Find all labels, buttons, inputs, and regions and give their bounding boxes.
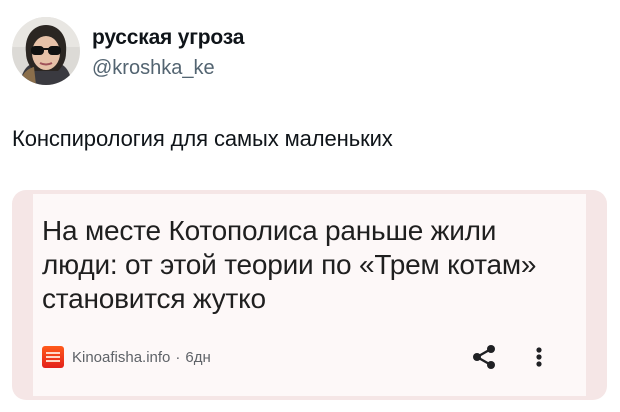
tweet-text: Конспирология для самых маленьких <box>12 126 393 151</box>
more-options-button[interactable] <box>532 343 546 371</box>
avatar[interactable] <box>12 17 80 85</box>
avatar-image <box>12 17 80 85</box>
user-handle[interactable]: @kroshka_ke <box>92 57 215 80</box>
kinoafisha-logo-icon <box>42 346 64 368</box>
share-button[interactable] <box>470 343 498 371</box>
news-headline[interactable]: На месте Котополиса раньше жили люди: от… <box>42 214 552 316</box>
news-card[interactable]: На месте Котополиса раньше жили люди: от… <box>12 190 607 400</box>
display-name[interactable]: русская угроза <box>92 26 244 50</box>
news-age: 6дн <box>185 348 211 366</box>
share-icon <box>473 345 495 369</box>
news-source-row: Kinoafisha.info · 6дн <box>42 345 211 369</box>
news-source-name[interactable]: Kinoafisha.info <box>72 349 170 366</box>
separator-dot: · <box>175 348 181 366</box>
more-vertical-icon <box>536 347 542 367</box>
